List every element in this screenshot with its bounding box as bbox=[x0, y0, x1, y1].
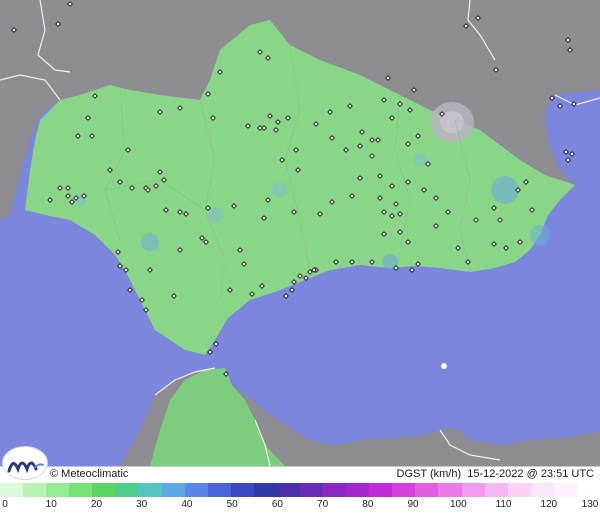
scale-swatch bbox=[507, 483, 531, 497]
scale-swatch bbox=[553, 483, 577, 497]
map-viewer: © Meteoclimatic DGST (km/h) 15-12-2022 @… bbox=[0, 0, 600, 517]
color-scale: 0 10 20 30 40 50 60 70 80 90 100 110 120 130 bbox=[0, 483, 600, 517]
scale-tick-label: 130 bbox=[581, 499, 599, 510]
scale-swatch bbox=[184, 483, 208, 497]
scale-tick-label: 90 bbox=[407, 499, 419, 510]
scale-tick-label: 120 bbox=[540, 499, 558, 510]
scale-swatch bbox=[461, 483, 485, 497]
scale-swatch bbox=[276, 483, 301, 497]
color-scale-swatches bbox=[0, 483, 600, 497]
scale-tick-label: 80 bbox=[362, 499, 374, 510]
alboran-island bbox=[441, 363, 447, 369]
scale-swatch bbox=[369, 483, 393, 497]
scale-tick-label: 40 bbox=[181, 499, 193, 510]
scale-swatch bbox=[346, 483, 370, 497]
scale-tick-label: 50 bbox=[226, 499, 238, 510]
scale-swatch bbox=[46, 483, 70, 497]
scale-swatch bbox=[115, 483, 139, 497]
scale-tick-label: 110 bbox=[495, 499, 512, 510]
scale-swatch bbox=[230, 483, 254, 497]
scale-swatch bbox=[0, 483, 24, 497]
scale-swatch bbox=[23, 483, 47, 497]
scale-swatch bbox=[92, 483, 116, 497]
scale-swatch bbox=[323, 483, 347, 497]
scale-swatch bbox=[484, 483, 508, 497]
datetime-label: 15-12-2022 @ 23:51 UTC bbox=[467, 468, 594, 480]
scale-swatch bbox=[138, 483, 162, 497]
wind-gust-map bbox=[0, 0, 600, 466]
scale-swatch bbox=[161, 483, 185, 497]
scale-swatch bbox=[576, 483, 600, 497]
scale-swatch bbox=[207, 483, 231, 497]
scale-tick-label: 70 bbox=[317, 499, 329, 510]
scale-swatch bbox=[300, 483, 324, 497]
scale-swatch bbox=[415, 483, 439, 497]
scale-swatch bbox=[253, 483, 277, 497]
meteoclimatic-logo bbox=[2, 446, 48, 480]
scale-swatch bbox=[392, 483, 416, 497]
scale-tick-label: 0 bbox=[2, 499, 8, 510]
map-caption: DGST (km/h) 15-12-2022 @ 23:51 UTC bbox=[397, 467, 594, 481]
variable-label: DGST (km/h) bbox=[396, 468, 462, 480]
scale-tick-label: 30 bbox=[136, 499, 148, 510]
brand-label: © Meteoclimatic bbox=[50, 468, 129, 480]
scale-swatch bbox=[530, 483, 554, 497]
scale-tick-label: 100 bbox=[449, 499, 467, 510]
scale-tick-label: 10 bbox=[45, 499, 57, 510]
scale-swatch bbox=[69, 483, 93, 497]
scale-swatch bbox=[438, 483, 462, 497]
color-scale-ticks: 0 10 20 30 40 50 60 70 80 90 100 110 120 130 bbox=[0, 497, 600, 517]
scale-tick-label: 60 bbox=[271, 499, 283, 510]
scale-tick-label: 20 bbox=[90, 499, 103, 510]
